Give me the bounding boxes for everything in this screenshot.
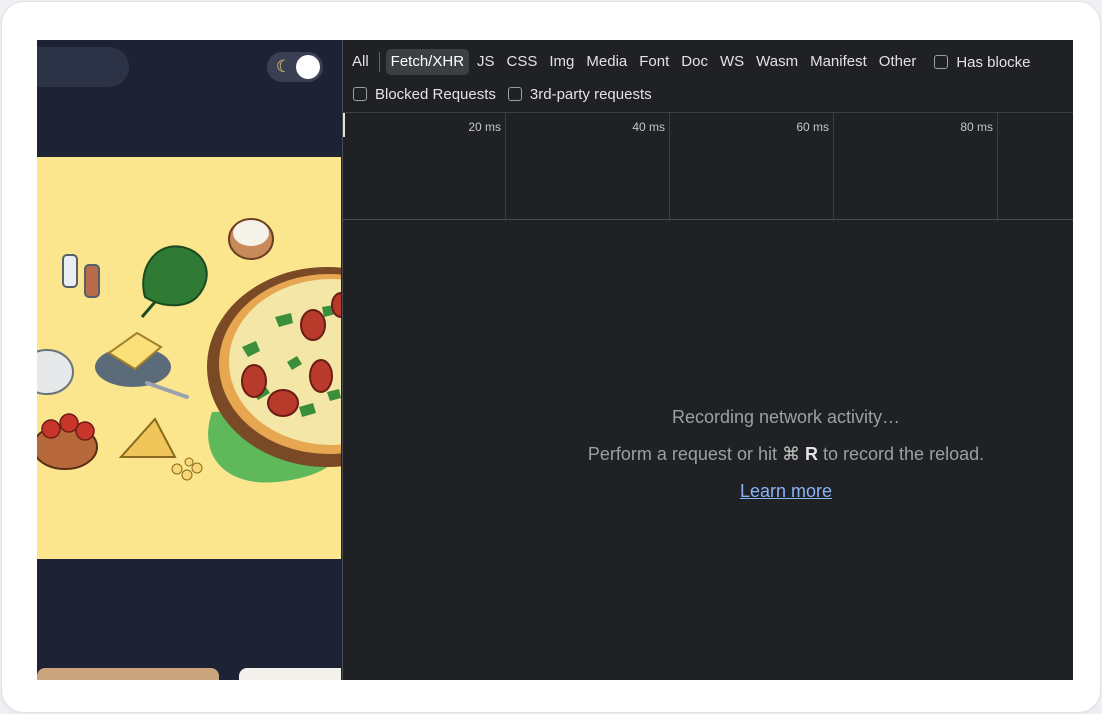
grated-cheese-3 bbox=[191, 462, 203, 474]
cottage-cheese bbox=[233, 220, 269, 246]
devtools-network-panel: All Fetch/XHR JS CSS Img Media Font Doc … bbox=[342, 40, 1073, 680]
pepper-shaker bbox=[84, 264, 100, 298]
spinach-stem bbox=[140, 301, 157, 318]
timeline-tick-label: 40 ms bbox=[632, 120, 665, 134]
spinach-bunch bbox=[142, 245, 208, 307]
screenshot-card: ☾ All Fetch/XHR JS CSS Img Media Font Do… bbox=[2, 2, 1100, 712]
theme-toggle[interactable]: ☾ bbox=[267, 52, 323, 82]
cheese-wedge bbox=[118, 417, 177, 458]
checkbox-box[interactable] bbox=[934, 55, 949, 69]
recording-status-text: Recording network activity… bbox=[671, 407, 901, 427]
filter-all[interactable]: All bbox=[348, 49, 373, 75]
request-filter-checkboxes: Blocked Requests 3rd-party requests bbox=[353, 83, 652, 105]
checkbox-box[interactable] bbox=[507, 87, 522, 101]
toggle-knob bbox=[296, 55, 320, 79]
cherry-tomato-2 bbox=[59, 413, 79, 433]
filter-ws[interactable]: WS bbox=[716, 49, 748, 75]
filter-js[interactable]: JS bbox=[473, 49, 499, 75]
grated-cheese-4 bbox=[184, 457, 194, 467]
timeline-gridline bbox=[997, 113, 998, 221]
filter-font[interactable]: Font bbox=[635, 49, 673, 75]
third-party-requests-label: 3rd-party requests bbox=[529, 85, 652, 103]
browser-frame: ☾ All Fetch/XHR JS CSS Img Media Font Do… bbox=[37, 40, 1073, 680]
site-card-thumbnail-2[interactable] bbox=[239, 668, 341, 680]
third-party-requests-checkbox[interactable]: 3rd-party requests bbox=[507, 85, 652, 103]
butter-knife bbox=[145, 381, 189, 399]
grated-cheese-2 bbox=[181, 469, 193, 481]
timeline-cursor bbox=[343, 113, 345, 137]
blocked-requests-label: Blocked Requests bbox=[375, 85, 496, 103]
filter-fetch-xhr[interactable]: Fetch/XHR bbox=[385, 49, 470, 75]
cherry-tomato-3 bbox=[75, 421, 95, 441]
tomato-slice-2 bbox=[241, 364, 267, 398]
filter-css[interactable]: CSS bbox=[503, 49, 542, 75]
tomato-slice-1 bbox=[300, 309, 326, 341]
hero-image bbox=[37, 157, 341, 559]
site-card-thumbnail[interactable] bbox=[37, 668, 219, 680]
blocked-requests-checkbox[interactable]: Blocked Requests bbox=[353, 86, 496, 103]
salt-shaker bbox=[62, 254, 78, 288]
tomato-slice-3 bbox=[267, 389, 299, 417]
tomato-slice-4 bbox=[309, 359, 333, 393]
reload-hint-text: Perform a request or hit ⌘ R to record t… bbox=[343, 444, 1073, 465]
timeline-gridline bbox=[505, 113, 506, 221]
network-overview-timeline[interactable]: 20 ms 40 ms 60 ms 80 ms bbox=[343, 112, 1073, 221]
filter-separator bbox=[378, 52, 380, 72]
timeline-tick-label: 20 ms bbox=[468, 120, 501, 134]
filter-media[interactable]: Media bbox=[582, 49, 631, 75]
filter-doc[interactable]: Doc bbox=[677, 49, 712, 75]
empty-state: Recording network activity… Perform a re… bbox=[343, 221, 1073, 680]
grated-cheese-1 bbox=[171, 463, 183, 475]
cherry-tomato-1 bbox=[41, 419, 61, 439]
filter-manifest[interactable]: Manifest bbox=[806, 49, 871, 75]
moon-icon: ☾ bbox=[276, 57, 292, 76]
site-search-bar[interactable] bbox=[37, 47, 129, 87]
egg-bowl bbox=[37, 349, 74, 395]
has-blocked-cookies-checkbox[interactable]: Has blocke bbox=[934, 53, 1031, 71]
hint-text-after: to record the reload. bbox=[823, 444, 985, 464]
timeline-tick-label: 80 ms bbox=[960, 120, 993, 134]
food-illustration bbox=[37, 218, 341, 483]
command-key-icon: ⌘ bbox=[781, 444, 800, 464]
resource-type-filter-bar: All Fetch/XHR JS CSS Img Media Font Doc … bbox=[343, 49, 1031, 75]
website-pane: ☾ bbox=[37, 40, 341, 680]
filter-wasm[interactable]: Wasm bbox=[752, 49, 802, 75]
hint-text-before: Perform a request or hit bbox=[587, 444, 777, 464]
filter-other[interactable]: Other bbox=[875, 49, 921, 75]
timeline-gridline bbox=[669, 113, 670, 221]
has-blocked-cookies-label: Has blocke bbox=[956, 53, 1031, 71]
filter-img[interactable]: Img bbox=[545, 49, 578, 75]
timeline-tick-label: 60 ms bbox=[796, 120, 829, 134]
reload-key: R bbox=[805, 444, 818, 464]
checkbox-box[interactable] bbox=[353, 87, 367, 101]
timeline-gridline bbox=[833, 113, 834, 221]
learn-more-link[interactable]: Learn more bbox=[343, 481, 1073, 502]
